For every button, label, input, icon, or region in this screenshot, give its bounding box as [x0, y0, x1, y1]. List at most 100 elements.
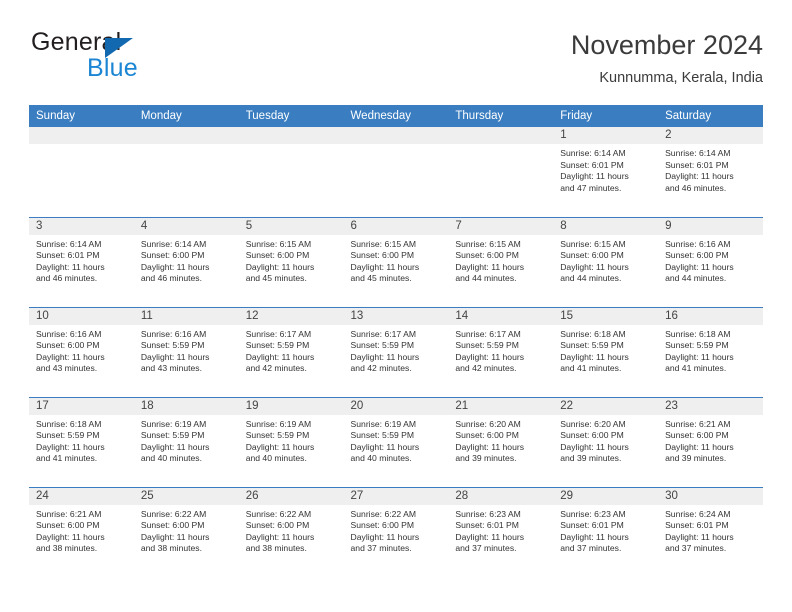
calendar-day-cell[interactable]: 5 Sunrise: 6:15 AM Sunset: 6:00 PM Daylight…: [238, 216, 344, 307]
daylight-duration-line1: Daylight: 11 hours: [560, 531, 629, 542]
calendar-day-cell[interactable]: 10 Sunrise: 6:16 AM Sunset: 6:00 PM Dayligh…: [29, 306, 134, 397]
day-number: 16: [658, 307, 763, 325]
sunset-time: Sunset: 6:01 PM: [665, 159, 729, 170]
calendar-day-cell[interactable]: 19 Sunrise: 6:19 AM Sunset: 5:59 PM Dayligh…: [238, 396, 344, 487]
calendar-day-cell[interactable]: 22 Sunrise: 6:20 AM Sunset: 6:00 PM Dayligh…: [553, 396, 659, 487]
sunset-time: Sunset: 6:00 PM: [455, 430, 519, 441]
sunset-time: Sunset: 6:00 PM: [350, 250, 415, 261]
calendar-day-cell[interactable]: 27 Sunrise: 6:22 AM Sunset: 6:00 PM Dayligh…: [343, 486, 449, 577]
sunrise-time: Sunrise: 6:14 AM: [140, 238, 207, 249]
day-cell-inner: 29 Sunrise: 6:23 AM Sunset: 6:01 PM Dayligh…: [553, 487, 659, 578]
day-details: Sunrise: 6:15 AM Sunset: 6:00 PM Daylight:…: [553, 235, 658, 285]
day-cell-inner: 4 Sunrise: 6:14 AM Sunset: 6:00 PM Daylight…: [133, 217, 239, 307]
day-details: Sunrise: 6:18 AM Sunset: 5:59 PM Daylight:…: [553, 325, 658, 375]
calendar-empty-cell: [29, 127, 134, 217]
calendar-day-cell[interactable]: 15 Sunrise: 6:18 AM Sunset: 5:59 PM Dayligh…: [553, 306, 659, 397]
calendar-day-cell[interactable]: 26 Sunrise: 6:22 AM Sunset: 6:00 PM Dayligh…: [238, 486, 344, 577]
calendar-day-cell[interactable]: 29 Sunrise: 6:23 AM Sunset: 6:01 PM Dayligh…: [553, 486, 659, 578]
day-details: Sunrise: 6:16 AM Sunset: 6:00 PM Daylight:…: [29, 325, 134, 375]
sunrise-time: Sunrise: 6:17 AM: [455, 328, 521, 339]
sunset-time: Sunset: 5:59 PM: [245, 430, 310, 441]
day-details: Sunrise: 6:14 AM Sunset: 6:01 PM Daylight:…: [658, 144, 763, 194]
generalblue-logo[interactable]: General Blue: [29, 28, 259, 86]
page-header: General Blue November 2024 Kunnumma, Ker…: [29, 28, 763, 98]
daylight-duration-line1: Daylight: 11 hours: [36, 531, 105, 542]
calendar-day-cell[interactable]: 17 Sunrise: 6:18 AM Sunset: 5:59 PM Dayligh…: [29, 396, 134, 487]
calendar-empty-cell: [343, 127, 449, 217]
calendar-day-cell[interactable]: 14 Sunrise: 6:17 AM Sunset: 5:59 PM Dayligh…: [448, 306, 554, 397]
daylight-duration-line1: Daylight: 11 hours: [350, 261, 420, 272]
calendar-day-cell[interactable]: 28 Sunrise: 6:23 AM Sunset: 6:01 PM Dayligh…: [448, 486, 554, 577]
calendar-day-cell[interactable]: 30 Sunrise: 6:24 AM Sunset: 6:01 PM Dayligh…: [658, 486, 763, 577]
day-cell-inner: 23 Sunrise: 6:21 AM Sunset: 6:00 PM Dayligh…: [658, 397, 763, 487]
sunrise-time: Sunrise: 6:23 AM: [455, 508, 521, 519]
daylight-duration-line2: and 39 minutes.: [455, 453, 517, 464]
day-details: [29, 144, 134, 148]
calendar-day-cell[interactable]: 12 Sunrise: 6:17 AM Sunset: 5:59 PM Dayligh…: [238, 306, 344, 397]
calendar-day-cell[interactable]: 11 Sunrise: 6:16 AM Sunset: 5:59 PM Dayligh…: [133, 306, 239, 397]
day-cell-inner: 22 Sunrise: 6:20 AM Sunset: 6:00 PM Dayligh…: [553, 397, 659, 487]
daylight-duration-line2: and 37 minutes.: [665, 543, 727, 554]
daylight-duration-line2: and 37 minutes.: [455, 543, 517, 554]
daylight-duration-line2: and 39 minutes.: [560, 453, 622, 464]
calendar-day-cell[interactable]: 2 Sunrise: 6:14 AM Sunset: 6:01 PM Daylight…: [658, 127, 763, 217]
day-details: [344, 144, 449, 148]
day-cell-inner: [343, 127, 449, 217]
calendar-day-cell[interactable]: 6 Sunrise: 6:15 AM Sunset: 6:00 PM Daylight…: [343, 216, 449, 307]
calendar-day-cell[interactable]: 3 Sunrise: 6:14 AM Sunset: 6:01 PM Daylight…: [29, 216, 134, 307]
day-details: Sunrise: 6:19 AM Sunset: 5:59 PM Daylight:…: [344, 415, 449, 465]
day-cell-inner: 20 Sunrise: 6:19 AM Sunset: 5:59 PM Dayligh…: [343, 397, 449, 487]
day-number: 14: [448, 307, 554, 325]
sunset-time: Sunset: 6:00 PM: [350, 520, 415, 531]
calendar-day-cell[interactable]: 24 Sunrise: 6:21 AM Sunset: 6:00 PM Dayligh…: [29, 486, 134, 577]
day-cell-inner: [133, 127, 239, 217]
day-details: [134, 144, 239, 148]
day-number: 19: [238, 397, 344, 415]
day-details: Sunrise: 6:17 AM Sunset: 5:59 PM Daylight:…: [344, 325, 449, 375]
day-details: [448, 144, 553, 148]
sunset-time: Sunset: 6:00 PM: [560, 430, 624, 441]
calendar-day-cell[interactable]: 8 Sunrise: 6:15 AM Sunset: 6:00 PM Daylight…: [553, 216, 659, 307]
day-details: Sunrise: 6:23 AM Sunset: 6:01 PM Daylight:…: [448, 505, 553, 555]
daylight-duration-line1: Daylight: 11 hours: [245, 441, 315, 452]
calendar-day-cell[interactable]: 21 Sunrise: 6:20 AM Sunset: 6:00 PM Dayligh…: [448, 396, 554, 487]
calendar-day-cell[interactable]: 18 Sunrise: 6:19 AM Sunset: 5:59 PM Dayligh…: [133, 396, 239, 487]
sunrise-time: Sunrise: 6:19 AM: [245, 418, 312, 429]
sunrise-time: Sunrise: 6:16 AM: [665, 238, 731, 249]
calendar-day-cell[interactable]: 16 Sunrise: 6:18 AM Sunset: 5:59 PM Dayligh…: [658, 306, 763, 397]
daylight-duration-line2: and 37 minutes.: [350, 543, 412, 554]
calendar-week-row: 24 Sunrise: 6:21 AM Sunset: 6:00 PM Dayligh…: [29, 486, 763, 578]
weekday-header-thursday: Thursday: [448, 105, 554, 127]
calendar-week-row: 17 Sunrise: 6:18 AM Sunset: 5:59 PM Dayligh…: [29, 396, 763, 487]
sunrise-time: Sunrise: 6:18 AM: [665, 328, 731, 339]
calendar-day-cell[interactable]: 1 Sunrise: 6:14 AM Sunset: 6:01 PM Daylight…: [553, 127, 659, 217]
day-number: [133, 127, 239, 144]
day-cell-inner: 16 Sunrise: 6:18 AM Sunset: 5:59 PM Dayligh…: [658, 307, 763, 397]
day-details: Sunrise: 6:20 AM Sunset: 6:00 PM Daylight:…: [448, 415, 553, 465]
day-cell-inner: 11 Sunrise: 6:16 AM Sunset: 5:59 PM Dayligh…: [133, 307, 239, 397]
day-cell-inner: 3 Sunrise: 6:14 AM Sunset: 6:01 PM Daylight…: [29, 217, 134, 307]
weekday-header-row: Sunday Monday Tuesday Wednesday Thursday…: [29, 105, 763, 127]
calendar-day-cell[interactable]: 13 Sunrise: 6:17 AM Sunset: 5:59 PM Dayligh…: [343, 306, 449, 397]
weekday-header-saturday: Saturday: [658, 105, 763, 127]
day-number: 1: [553, 127, 659, 144]
day-number: 28: [448, 487, 554, 505]
calendar-day-cell[interactable]: 23 Sunrise: 6:21 AM Sunset: 6:00 PM Dayligh…: [658, 396, 763, 487]
page-title: November 2024: [570, 30, 763, 60]
day-number: 12: [238, 307, 344, 325]
daylight-duration-line2: and 38 minutes.: [36, 543, 98, 554]
calendar-day-cell[interactable]: 7 Sunrise: 6:15 AM Sunset: 6:00 PM Daylight…: [448, 216, 554, 307]
day-cell-inner: 17 Sunrise: 6:18 AM Sunset: 5:59 PM Dayligh…: [29, 397, 134, 487]
sunrise-time: Sunrise: 6:15 AM: [350, 238, 416, 249]
day-number: 10: [29, 307, 134, 325]
day-number: 23: [658, 397, 763, 415]
calendar-day-cell[interactable]: 20 Sunrise: 6:19 AM Sunset: 5:59 PM Dayligh…: [343, 396, 449, 487]
calendar-day-cell[interactable]: 4 Sunrise: 6:14 AM Sunset: 6:00 PM Daylight…: [133, 216, 239, 307]
day-details: Sunrise: 6:15 AM Sunset: 6:00 PM Daylight:…: [448, 235, 553, 285]
calendar-day-cell[interactable]: 25 Sunrise: 6:22 AM Sunset: 6:00 PM Dayligh…: [133, 486, 239, 577]
daylight-duration-line2: and 38 minutes.: [140, 543, 202, 554]
daylight-duration-line1: Daylight: 11 hours: [665, 441, 734, 452]
day-details: Sunrise: 6:19 AM Sunset: 5:59 PM Daylight:…: [239, 415, 344, 465]
calendar-day-cell[interactable]: 9 Sunrise: 6:16 AM Sunset: 6:00 PM Daylight…: [658, 216, 763, 307]
day-details: Sunrise: 6:19 AM Sunset: 5:59 PM Daylight:…: [134, 415, 239, 465]
